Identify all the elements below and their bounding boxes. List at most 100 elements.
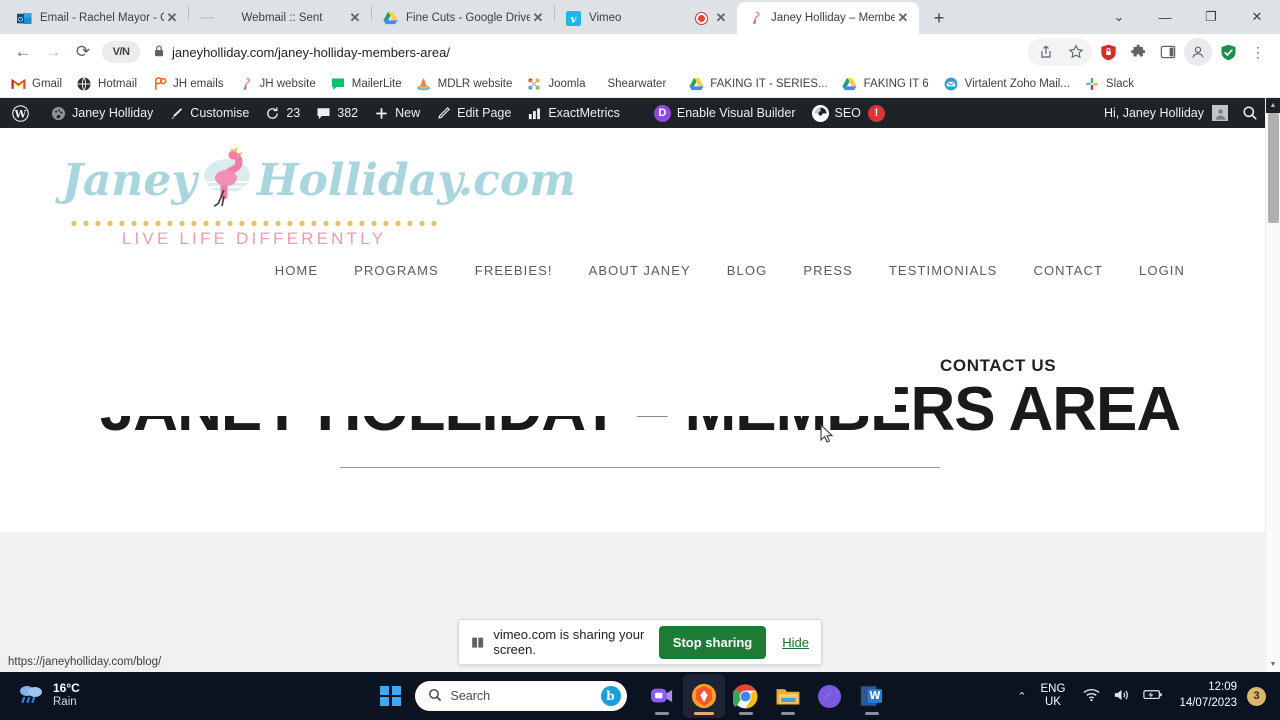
- tray-status-icons[interactable]: [1083, 688, 1163, 705]
- share-icon[interactable]: [1032, 38, 1060, 66]
- close-window-button[interactable]: ✕: [1234, 0, 1280, 34]
- wpadmin-site-name[interactable]: Janey Holliday: [43, 98, 161, 128]
- side-panel-icon[interactable]: [1154, 38, 1182, 66]
- volume-icon[interactable]: [1113, 688, 1130, 705]
- bookmark-faking-it-6[interactable]: FAKING IT 6: [842, 76, 929, 92]
- close-icon[interactable]: ✕: [530, 10, 546, 26]
- wifi-icon[interactable]: [1083, 688, 1100, 705]
- wordpress-logo-menu[interactable]: W: [4, 98, 43, 128]
- extensions-puzzle-icon[interactable]: [1124, 38, 1152, 66]
- jh-emails-icon: [151, 76, 167, 92]
- zoho-mail-icon: [943, 76, 959, 92]
- wpadmin-new[interactable]: New: [366, 98, 428, 128]
- minimize-button[interactable]: —: [1142, 0, 1188, 34]
- shield-check-icon[interactable]: [1214, 38, 1242, 66]
- taskbar-weather-widget[interactable]: 16°C Rain: [0, 682, 80, 709]
- taskbar-app-teams[interactable]: [641, 674, 683, 718]
- taskbar-app-word[interactable]: W: [851, 674, 893, 718]
- chrome-menu-icon[interactable]: ⋮: [1244, 38, 1272, 66]
- avatar[interactable]: [1212, 105, 1228, 121]
- browser-tab-webmail[interactable]: Webmail :: Sent ✕: [189, 2, 371, 34]
- wpadmin-exactmetrics[interactable]: ExactMetrics: [519, 98, 628, 128]
- back-button[interactable]: ←: [8, 37, 38, 67]
- bookmark-shearwater[interactable]: Shearwater: [607, 78, 666, 90]
- lock-icon: [154, 45, 164, 60]
- notification-badge[interactable]: 3: [1247, 686, 1266, 706]
- nav-item-press[interactable]: PRESS: [803, 263, 853, 278]
- page-scrollbar[interactable]: ▲ ▼: [1265, 98, 1280, 672]
- show-hidden-icons-icon[interactable]: ⌃: [1017, 690, 1026, 703]
- scroll-down-arrow-icon[interactable]: ▼: [1266, 657, 1280, 672]
- clock-date: 14/07/2023: [1179, 697, 1237, 709]
- scrollbar-thumb[interactable]: [1268, 113, 1279, 223]
- plus-icon: [374, 106, 389, 121]
- taskbar-app-microsoft-365[interactable]: [809, 674, 851, 718]
- language-indicator[interactable]: ENG UK: [1041, 683, 1066, 709]
- maximize-button[interactable]: ❐: [1188, 0, 1234, 34]
- bookmark-mailerlite[interactable]: MailerLite: [330, 76, 402, 92]
- battery-icon[interactable]: [1143, 688, 1163, 704]
- nav-item-testimonials[interactable]: TESTIMONIALS: [889, 263, 998, 278]
- bookmark-gmail[interactable]: Gmail: [10, 76, 62, 92]
- bing-chat-icon[interactable]: b: [600, 686, 621, 706]
- close-icon[interactable]: ✕: [164, 10, 180, 26]
- tab-search-icon[interactable]: ⌄: [1096, 0, 1142, 34]
- nav-item-contact[interactable]: CONTACT: [1033, 263, 1103, 278]
- vpn-indicator[interactable]: V/N: [102, 41, 140, 63]
- profile-avatar-icon[interactable]: [1184, 38, 1212, 66]
- wpadmin-updates[interactable]: 23: [257, 98, 308, 128]
- browser-tab-janey-holliday[interactable]: Janey Holliday – Members ✕: [737, 2, 919, 34]
- site-logo[interactable]: Janey Holliday.com LIVE LIFE DIFFERENTLY: [0, 128, 1280, 249]
- search-icon[interactable]: [1228, 98, 1258, 128]
- nav-item-freebies[interactable]: FREEBIES!: [475, 263, 553, 278]
- taskbar-app-brave[interactable]: [682, 674, 725, 718]
- bookmark-slack[interactable]: Slack: [1084, 76, 1134, 92]
- flamingo-icon: [201, 146, 253, 216]
- bookmark-joomla[interactable]: Joomla: [526, 76, 585, 92]
- taskbar-app-chrome[interactable]: [725, 674, 767, 718]
- nav-item-home[interactable]: HOME: [275, 263, 318, 278]
- wpadmin-greeting[interactable]: Hi, Janey Holliday: [1104, 106, 1204, 120]
- nav-item-programs[interactable]: PROGRAMS: [354, 263, 439, 278]
- new-tab-button[interactable]: +: [925, 4, 953, 32]
- taskbar-search-box[interactable]: Search b: [414, 681, 627, 711]
- wordpress-admin-bar: W Janey Holliday Customise 23 382 New Ed…: [0, 98, 1280, 128]
- hide-link[interactable]: Hide: [782, 635, 809, 650]
- bookmark-label: MailerLite: [351, 77, 402, 90]
- close-icon[interactable]: ✕: [895, 10, 911, 26]
- wpadmin-seo[interactable]: SEO !: [804, 98, 893, 128]
- close-icon[interactable]: ✕: [347, 10, 363, 26]
- scroll-up-arrow-icon[interactable]: ▲: [1266, 98, 1280, 113]
- bookmark-star-icon[interactable]: [1062, 38, 1090, 66]
- bookmark-mdlr-website[interactable]: MDLR website: [416, 76, 512, 92]
- bookmark-jh-emails[interactable]: JH emails: [151, 76, 224, 92]
- browser-tab-google-drive[interactable]: Fine Cuts - Google Drive ✕: [372, 2, 554, 34]
- lastpass-icon[interactable]: [1094, 38, 1122, 66]
- bookmark-virtalent-zoho-mail[interactable]: Virtalent Zoho Mail...: [943, 76, 1070, 92]
- mdlr-icon: [416, 76, 432, 92]
- app-active-indicator: [693, 712, 714, 715]
- stop-sharing-button[interactable]: Stop sharing: [658, 625, 767, 659]
- screen-share-notification: ▮▮ vimeo.com is sharing your screen. Sto…: [458, 619, 822, 665]
- nav-item-blog[interactable]: BLOG: [727, 263, 768, 278]
- browser-tab-email[interactable]: O Email - Rachel Mayor - O... ✕: [6, 2, 188, 34]
- forward-button[interactable]: →: [38, 37, 68, 67]
- yoast-icon: [811, 104, 829, 122]
- browser-tab-vimeo[interactable]: v Vimeo ✕: [555, 2, 737, 34]
- wpadmin-enable-visual-builder[interactable]: D Enable Visual Builder: [646, 98, 804, 128]
- wpadmin-comments[interactable]: 382: [308, 98, 366, 128]
- wpadmin-edit-page[interactable]: Edit Page: [428, 98, 519, 128]
- taskbar-app-file-explorer[interactable]: [767, 674, 809, 718]
- bookmark-jh-website[interactable]: JH website: [238, 76, 316, 92]
- address-bar[interactable]: janeyholliday.com/janey-holliday-members…: [146, 38, 1028, 66]
- bookmark-faking-it-series[interactable]: FAKING IT - SERIES...: [688, 76, 828, 92]
- bookmark-hotmail[interactable]: Hotmail: [76, 76, 137, 92]
- close-icon[interactable]: ✕: [713, 10, 729, 26]
- wpadmin-customise[interactable]: Customise: [161, 98, 257, 128]
- address-bar-url: janeyholliday.com/janey-holliday-members…: [172, 44, 450, 60]
- windows-start-icon[interactable]: [380, 685, 401, 707]
- nav-item-about-janey[interactable]: ABOUT JANEY: [589, 263, 691, 278]
- reload-button[interactable]: ⟳: [68, 37, 98, 67]
- taskbar-clock[interactable]: 12:09 14/07/2023: [1179, 680, 1237, 711]
- nav-item-login[interactable]: LOGIN: [1139, 263, 1185, 278]
